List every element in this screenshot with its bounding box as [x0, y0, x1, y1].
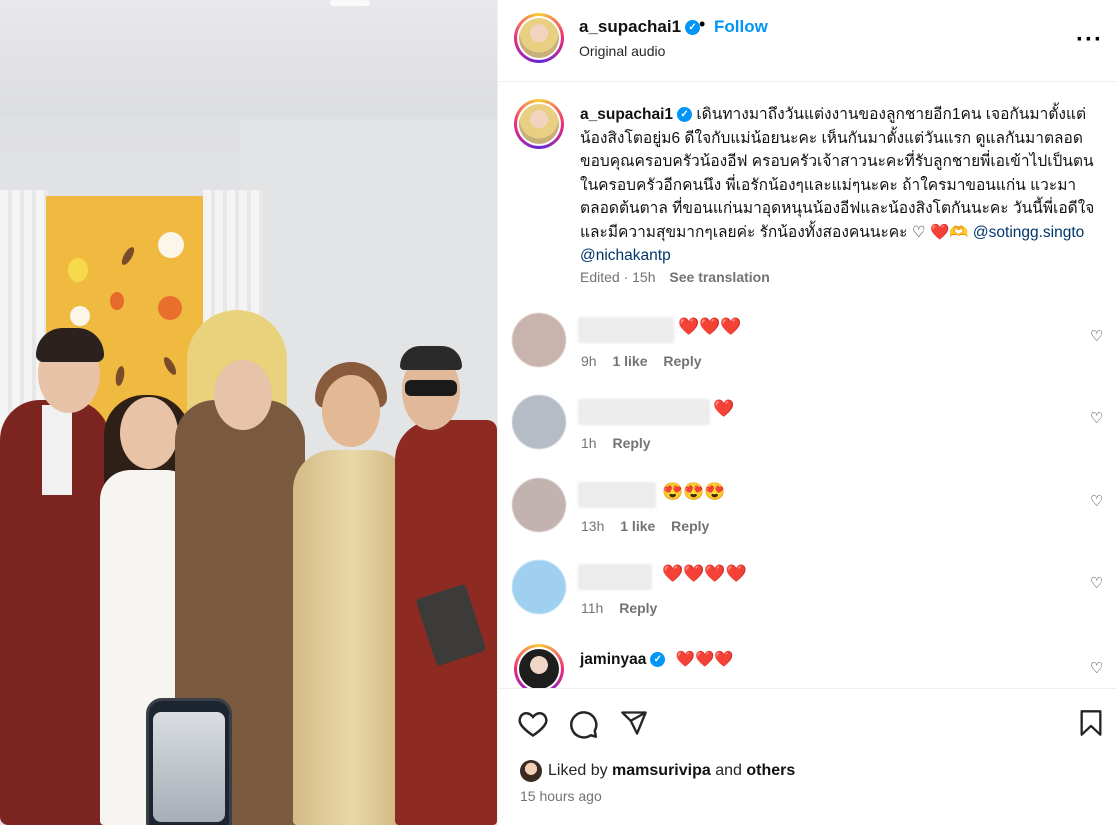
follow-button[interactable]: Follow	[714, 17, 768, 37]
comment-item: ❤️ 1h Reply ♡	[498, 395, 1117, 477]
verified-icon: ✓	[677, 107, 693, 123]
comment-item-jaminyaa: jaminyaa ✓ ❤️❤️❤️	[580, 650, 734, 669]
comment-meta: 1h Reply	[581, 435, 651, 451]
comment-like-heart-icon[interactable]: ♡	[1090, 409, 1103, 427]
comment-time: 1h	[581, 435, 597, 451]
comment-text: ❤️❤️❤️	[678, 317, 742, 336]
photo-person-mother	[293, 450, 411, 825]
comment-likes[interactable]: 1 like	[620, 518, 655, 534]
comment-text: ❤️	[713, 399, 735, 418]
caption-author-avatar[interactable]	[514, 99, 564, 149]
reply-button[interactable]: Reply	[612, 435, 650, 451]
post-side-panel: a_supachai1 ✓ • Follow Original audio ···…	[497, 0, 1117, 825]
caption-edited: Edited · 15h	[580, 269, 656, 285]
commenter-name-blurred[interactable]	[578, 317, 674, 343]
reply-button[interactable]: Reply	[619, 600, 657, 616]
share-icon[interactable]	[620, 709, 648, 740]
comment-time: 13h	[581, 518, 605, 534]
post-caption: a_supachai1 ✓ เดินทางมาถึงวันแต่งงานของลู…	[580, 103, 1100, 268]
bookmark-icon[interactable]	[1078, 709, 1104, 740]
reply-button[interactable]: Reply	[663, 353, 701, 369]
comments-scroll-area[interactable]: a_supachai1 ✓ เดินทางมาถึงวันแต่งงานของลู…	[498, 83, 1117, 688]
caption-text: เดินทางมาถึงวันแต่งงานของลูกชายอีก1คน เจ…	[580, 106, 1095, 241]
post-actions-bar	[498, 688, 1117, 825]
comment-icon[interactable]	[569, 709, 599, 742]
post-photo[interactable]	[0, 0, 497, 825]
verified-icon: ✓	[650, 652, 666, 668]
commenter-name-blurred[interactable]	[578, 482, 656, 508]
jaminyaa-avatar[interactable]	[514, 644, 564, 688]
comment-meta: 13h 1 like Reply	[581, 518, 709, 534]
commenter-avatar[interactable]	[512, 478, 566, 532]
commenter-name-blurred[interactable]	[578, 399, 710, 425]
photo-ceiling-light	[330, 0, 370, 6]
caption-username[interactable]: a_supachai1	[580, 106, 673, 123]
header-separator: •	[699, 14, 706, 34]
comment-item: ❤️❤️❤️❤️ 11h Reply ♡	[498, 560, 1117, 642]
reply-button[interactable]: Reply	[671, 518, 709, 534]
likes-others-link[interactable]: others	[746, 762, 795, 779]
commenter-username[interactable]: jaminyaa	[580, 651, 646, 668]
photo-sunglasses	[405, 380, 457, 396]
comment-item: 😍😍😍 13h 1 like Reply ♡	[498, 478, 1117, 560]
author-username[interactable]: a_supachai1 ✓	[579, 17, 701, 37]
comment-text: ❤️❤️❤️❤️	[662, 564, 747, 583]
liker-username[interactable]: mamsurivipa	[612, 762, 711, 779]
commenter-avatar[interactable]	[512, 313, 566, 367]
comment-time: 9h	[581, 353, 597, 369]
commenter-name-blurred[interactable]	[578, 564, 652, 590]
author-avatar[interactable]	[514, 13, 564, 63]
photo-ceiling	[0, 0, 497, 115]
comment-text: ❤️❤️❤️	[675, 651, 734, 668]
comment-like-heart-icon[interactable]: ♡	[1090, 574, 1103, 592]
see-translation-link[interactable]: See translation	[669, 269, 769, 285]
comment-like-heart-icon[interactable]: ♡	[1090, 659, 1103, 677]
comment-likes[interactable]: 1 like	[612, 353, 647, 369]
caption-meta: Edited · 15h See translation	[580, 269, 770, 285]
post-timestamp[interactable]: 15 hours ago	[520, 788, 602, 804]
verified-icon: ✓	[685, 20, 701, 36]
comment-meta: 9h 1 like Reply	[581, 353, 702, 369]
liked-by-line: Liked by mamsurivipa and others	[520, 760, 795, 782]
more-icon[interactable]: ···	[1076, 26, 1103, 54]
commenter-avatar[interactable]	[512, 560, 566, 614]
comment-text: 😍😍😍	[662, 482, 726, 501]
comment-meta: 11h Reply	[581, 600, 657, 616]
comment-time: 11h	[581, 600, 604, 616]
comment-like-heart-icon[interactable]: ♡	[1090, 492, 1103, 510]
liker-avatar[interactable]	[520, 760, 542, 782]
commenter-avatar[interactable]	[512, 395, 566, 449]
original-audio-link[interactable]: Original audio	[579, 43, 665, 59]
comment-like-heart-icon[interactable]: ♡	[1090, 327, 1103, 345]
comment-item: ❤️❤️❤️ 9h 1 like Reply ♡	[498, 313, 1117, 395]
heart-icon[interactable]	[518, 709, 548, 740]
post-header: a_supachai1 ✓ • Follow Original audio ···	[498, 0, 1117, 82]
